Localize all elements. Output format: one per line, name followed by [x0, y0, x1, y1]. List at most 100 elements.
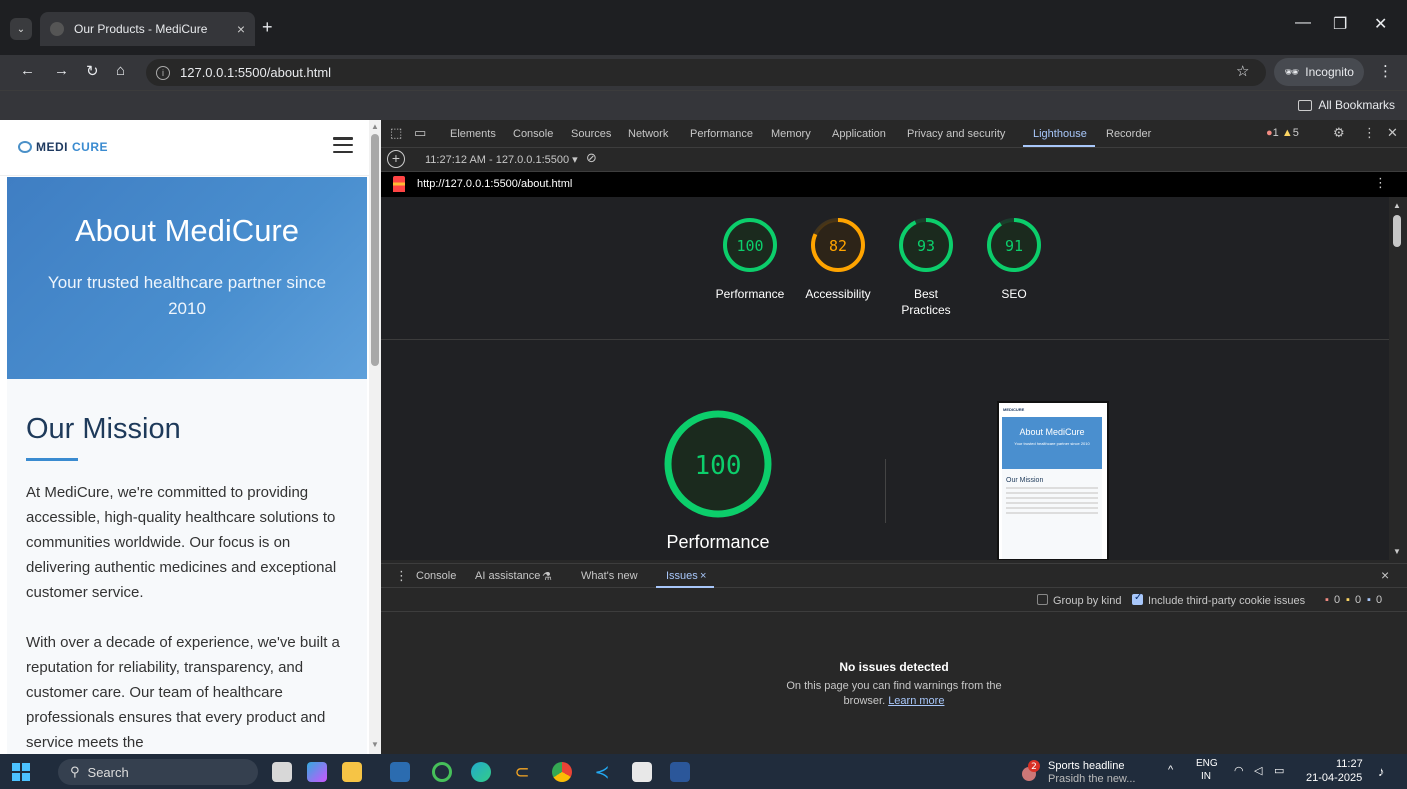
- report-menu-icon[interactable]: ⋮: [1374, 175, 1387, 191]
- issues-tab-close-icon[interactable]: ×: [700, 570, 706, 582]
- learn-more-link[interactable]: Learn more: [888, 695, 944, 707]
- issue-counter[interactable]: ●1 ▲5: [1266, 127, 1299, 139]
- vscode-icon[interactable]: ≺: [592, 762, 612, 782]
- score-gauge-best-practices[interactable]: 93: [898, 217, 954, 273]
- drawer-menu-icon[interactable]: ⋮: [395, 568, 408, 584]
- checkbox-checked-icon: [1132, 592, 1143, 605]
- drawer-tab-ai-assistance[interactable]: AI assistance: [475, 570, 540, 582]
- third-party-label: Include third-party cookie issues: [1148, 595, 1306, 607]
- page-scrollbar[interactable]: ▲ ▼: [369, 120, 381, 754]
- tab-recorder[interactable]: Recorder: [1106, 128, 1151, 140]
- thumb-hero: About MediCure Your trusted healthcare p…: [1002, 417, 1102, 469]
- mission-paragraph-2: With over a decade of experience, we've …: [26, 634, 340, 751]
- site-info-icon[interactable]: i: [156, 65, 170, 80]
- score-gauge-performance[interactable]: 100: [722, 217, 778, 273]
- report-scroll-thumb[interactable]: [1393, 215, 1401, 247]
- windows-start-icon[interactable]: [12, 763, 30, 781]
- devtools-close-icon[interactable]: ✕: [1387, 125, 1398, 141]
- minimize-button[interactable]: —: [1295, 14, 1311, 32]
- score-gauge-seo[interactable]: 91: [986, 217, 1042, 273]
- new-tab-button[interactable]: +: [262, 17, 273, 38]
- hamburger-menu-icon[interactable]: [333, 137, 353, 153]
- tab-close-button[interactable]: ×: [237, 21, 245, 37]
- notification-bell-icon[interactable]: ♪: [1378, 764, 1385, 779]
- tab-sources[interactable]: Sources: [571, 128, 611, 140]
- clock-time[interactable]: 11:27: [1336, 758, 1363, 770]
- globe-icon: [50, 22, 64, 36]
- settings-gear-icon[interactable]: ⚙: [1333, 125, 1345, 141]
- drawer-close-icon[interactable]: ×: [1381, 567, 1389, 583]
- page-screenshot-thumbnail[interactable]: MEDICURE About MediCure Your trusted hea…: [997, 401, 1109, 560]
- tab-lighthouse[interactable]: Lighthouse: [1033, 128, 1087, 140]
- volume-icon[interactable]: ◁: [1254, 764, 1262, 777]
- incognito-badge[interactable]: 🕶 Incognito: [1274, 58, 1364, 86]
- all-bookmarks-label: All Bookmarks: [1318, 98, 1395, 112]
- battery-icon[interactable]: ▭: [1274, 764, 1284, 777]
- thumb-mission-title: Our Mission: [1006, 477, 1044, 484]
- tab-memory[interactable]: Memory: [771, 128, 811, 140]
- reload-icon[interactable]: ↻: [86, 62, 99, 80]
- address-bar[interactable]: i 127.0.0.1:5500/about.html: [146, 59, 1266, 86]
- browser-menu-icon[interactable]: ⋮: [1378, 62, 1393, 80]
- score-gauge-accessibility[interactable]: 82: [810, 217, 866, 273]
- tab-search-button[interactable]: ⌄: [10, 18, 32, 40]
- report-url[interactable]: http://127.0.0.1:5500/about.html: [417, 178, 572, 190]
- window-close-button[interactable]: ✕: [1374, 14, 1387, 34]
- scroll-down-icon[interactable]: ▼: [371, 740, 379, 749]
- report-url-bar: http://127.0.0.1:5500/about.html ⋮: [381, 172, 1407, 197]
- devtools-menu-icon[interactable]: ⋮: [1363, 125, 1376, 141]
- browser-tab[interactable]: Our Products - MediCure ×: [40, 12, 255, 46]
- big-performance-gauge[interactable]: 100: [663, 409, 773, 519]
- bookmark-star-icon[interactable]: ☆: [1236, 62, 1249, 80]
- all-bookmarks-button[interactable]: All Bookmarks: [1298, 98, 1395, 112]
- clear-report-icon[interactable]: ⊘: [586, 150, 597, 166]
- tab-application[interactable]: Application: [832, 128, 886, 140]
- report-scrollbar[interactable]: ▲ ▼: [1389, 197, 1407, 560]
- tab-elements[interactable]: Elements: [450, 128, 496, 140]
- drawer-tab-issues[interactable]: Issues: [666, 570, 698, 582]
- forward-icon[interactable]: →: [54, 62, 69, 79]
- scroll-up-icon[interactable]: ▲: [371, 122, 379, 131]
- group-by-kind-checkbox[interactable]: Group by kind: [1037, 594, 1121, 607]
- edge-icon[interactable]: [471, 762, 491, 782]
- report-divider: [381, 339, 1389, 340]
- taskbar-search[interactable]: ⚲ Search: [58, 759, 258, 785]
- app-circle-icon[interactable]: [432, 762, 452, 782]
- drawer-tab-console[interactable]: Console: [416, 570, 456, 582]
- third-party-checkbox[interactable]: Include third-party cookie issues: [1132, 592, 1306, 607]
- drawer-tab-whats-new[interactable]: What's new: [581, 570, 638, 582]
- terminal-icon[interactable]: [632, 762, 652, 782]
- news-widget[interactable]: 2 Sports headline Prasidh the new...: [1018, 758, 1158, 786]
- info-issues-count: 0: [1376, 594, 1383, 606]
- flask-icon: ⚗: [542, 571, 552, 583]
- task-view-icon[interactable]: [272, 762, 292, 782]
- breaking-issues-count: 0: [1334, 594, 1341, 606]
- tray-overflow-icon[interactable]: ^: [1168, 764, 1173, 776]
- app-bracket-icon[interactable]: ⊂: [512, 762, 532, 782]
- clock-date[interactable]: 21-04-2025: [1306, 772, 1362, 784]
- file-explorer-icon[interactable]: [342, 762, 362, 782]
- home-icon[interactable]: ⌂: [116, 62, 125, 79]
- report-selector[interactable]: 11:27:12 AM - 127.0.0.1:5500 ▾: [425, 153, 578, 166]
- page-scroll-thumb[interactable]: [371, 134, 379, 366]
- scroll-up-icon[interactable]: ▲: [1393, 201, 1401, 210]
- scroll-down-icon[interactable]: ▼: [1393, 547, 1401, 556]
- new-report-icon[interactable]: +: [387, 150, 405, 168]
- inspect-element-icon[interactable]: ⬚: [390, 125, 402, 141]
- restore-button[interactable]: ❐: [1333, 14, 1347, 34]
- tab-network[interactable]: Network: [628, 128, 668, 140]
- copilot-icon[interactable]: [307, 762, 327, 782]
- tab-performance[interactable]: Performance: [690, 128, 753, 140]
- chrome-icon[interactable]: [552, 762, 572, 782]
- site-logo[interactable]: MEDI CURE: [18, 140, 108, 154]
- wifi-icon[interactable]: ◠: [1234, 764, 1244, 777]
- device-toolbar-icon[interactable]: ▭: [414, 125, 426, 141]
- language-top[interactable]: ENG: [1196, 758, 1218, 769]
- no-issues-text: On this page you can find warnings from …: [781, 679, 1007, 709]
- tab-console[interactable]: Console: [513, 128, 553, 140]
- store-icon[interactable]: [390, 762, 410, 782]
- back-icon[interactable]: ←: [20, 62, 35, 79]
- word-icon[interactable]: [670, 762, 690, 782]
- tab-privacy-security[interactable]: Privacy and security: [907, 128, 1005, 140]
- language-bottom[interactable]: IN: [1201, 771, 1211, 782]
